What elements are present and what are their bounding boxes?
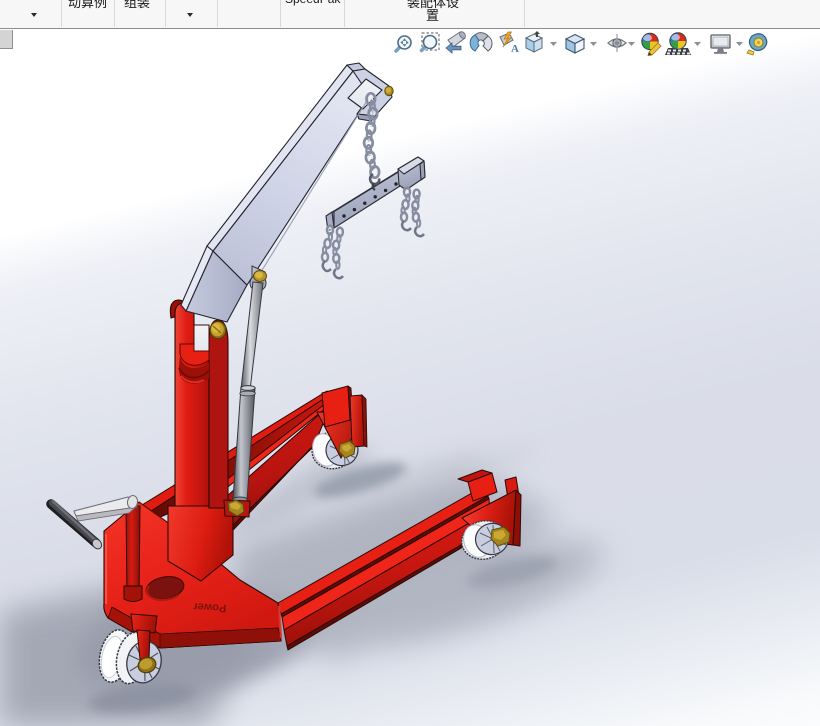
svg-text:Power: Power bbox=[192, 600, 226, 614]
svg-text:A: A bbox=[511, 43, 519, 55]
